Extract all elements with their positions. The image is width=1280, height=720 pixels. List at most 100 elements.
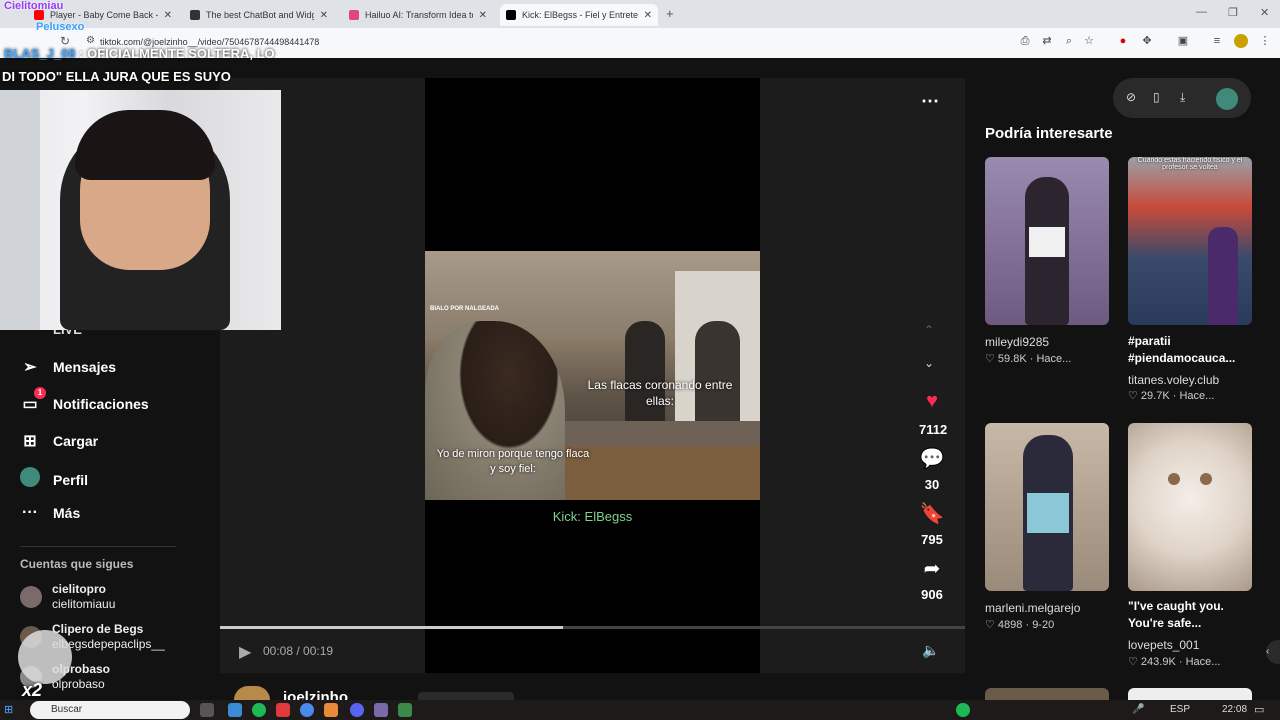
close-icon[interactable]: ✕ bbox=[164, 10, 172, 21]
upload-icon: ⊞ bbox=[23, 433, 37, 450]
headline-line1: OFICIALMENTE SOLTERA, LO bbox=[87, 46, 275, 61]
user-avatar-icon[interactable] bbox=[1216, 88, 1238, 110]
next-video-icon[interactable]: ⌄ bbox=[924, 356, 934, 370]
spotify-icon[interactable] bbox=[252, 703, 266, 717]
comment-icon[interactable]: 💬 bbox=[919, 446, 945, 471]
opera-icon[interactable]: ● bbox=[1116, 34, 1130, 48]
reading-list-icon[interactable]: ≡ bbox=[1210, 34, 1224, 48]
volume-icon[interactable]: 🔈 bbox=[922, 642, 939, 659]
recommend-card[interactable] bbox=[1128, 688, 1252, 700]
tab-title: Player - Baby Come Back - YouT bbox=[50, 10, 158, 20]
like-icon[interactable]: ♥ bbox=[919, 390, 945, 413]
person-shape bbox=[695, 321, 740, 431]
card-title[interactable]: #paratii #piendamocauca... bbox=[1128, 333, 1258, 367]
phone-icon[interactable]: ▯ bbox=[1153, 90, 1160, 104]
following-title: Cuentas que sigues bbox=[20, 557, 134, 571]
author-name[interactable]: joelzinho bbox=[283, 689, 348, 700]
bookmark-star-icon[interactable]: ☆ bbox=[1082, 34, 1096, 48]
tab-tiktok[interactable]: Kick: ElBegss - Fiel y Entretenid ✕ bbox=[500, 4, 658, 26]
following-account[interactable]: cielitopro cielitomiauu bbox=[20, 582, 115, 612]
cast-icon[interactable]: ▣ bbox=[1176, 34, 1190, 48]
clock[interactable]: 22:08 bbox=[1222, 704, 1247, 715]
profile-avatar-icon[interactable] bbox=[1234, 34, 1248, 48]
notification-center-icon[interactable]: ▭ bbox=[1254, 703, 1264, 716]
recommend-title: Podría interesarte bbox=[985, 125, 1113, 142]
person-shape bbox=[625, 321, 665, 431]
more-options-icon[interactable]: ⋯ bbox=[921, 91, 939, 112]
profile-icon bbox=[20, 467, 40, 492]
share-icon[interactable]: ➦ bbox=[919, 556, 945, 581]
app-icon[interactable] bbox=[276, 703, 290, 717]
card-likes: 243.9K bbox=[1140, 656, 1176, 668]
divider bbox=[20, 546, 176, 547]
recommend-card[interactable] bbox=[985, 688, 1109, 700]
tab-hailuo[interactable]: Hailuo AI: Transform Idea to Vi ✕ bbox=[343, 4, 493, 26]
save-count: 795 bbox=[921, 532, 943, 547]
close-icon[interactable]: ✕ bbox=[479, 10, 487, 21]
nav-item-mensajes[interactable]: ➢ Mensajes bbox=[20, 357, 116, 377]
more-icon: ··· bbox=[22, 504, 38, 521]
card-likes: 29.7K bbox=[1140, 390, 1170, 402]
recommend-card[interactable]: Cuando estas haciendo físico y el profes… bbox=[1128, 157, 1252, 325]
site-info-icon[interactable]: ⚙ bbox=[86, 35, 95, 46]
nav-item-notificaciones[interactable]: ▭ 1 Notificaciones bbox=[20, 387, 149, 414]
install-icon[interactable]: ⎙ bbox=[1018, 34, 1032, 48]
card-time: 9-20 bbox=[1032, 619, 1055, 631]
chrome-icon[interactable] bbox=[300, 703, 314, 717]
play-icon[interactable]: ▶ bbox=[239, 642, 251, 662]
obs-icon[interactable] bbox=[374, 703, 388, 717]
app-icon[interactable] bbox=[398, 703, 412, 717]
recommend-card[interactable] bbox=[1128, 423, 1252, 591]
cat-eye-shape bbox=[1168, 473, 1180, 485]
nav-label: Más bbox=[53, 505, 81, 521]
prev-video-icon[interactable]: ⌃ bbox=[924, 323, 934, 337]
download-icon[interactable]: ⤓ bbox=[1180, 90, 1185, 105]
menu-icon[interactable]: ⋮ bbox=[1258, 34, 1272, 48]
zoom-icon[interactable]: ⌕ bbox=[1062, 34, 1076, 48]
recommend-card[interactable] bbox=[985, 157, 1109, 325]
comment-count: 30 bbox=[924, 477, 940, 492]
task-view-icon[interactable] bbox=[200, 703, 214, 717]
nav-item-mas[interactable]: ··· Más bbox=[20, 504, 80, 522]
tab-chatbot[interactable]: The best ChatBot and Widgets ✕ bbox=[184, 4, 334, 26]
sticker-shape bbox=[18, 630, 72, 684]
mic-icon[interactable]: 🎤 bbox=[1132, 704, 1144, 715]
new-tab-button[interactable]: + bbox=[666, 6, 674, 21]
nav-item-perfil[interactable]: Perfil bbox=[20, 467, 88, 492]
share-count: 906 bbox=[921, 587, 943, 602]
nav-item-cargar[interactable]: ⊞ Cargar bbox=[20, 431, 98, 451]
card-meta: ♡ 29.7K · Hace... bbox=[1128, 390, 1215, 402]
extensions-icon[interactable]: ✥ bbox=[1140, 34, 1154, 48]
coin-icon[interactable]: ⊘ bbox=[1126, 90, 1136, 104]
windows-start-icon[interactable]: ⊞ bbox=[4, 703, 13, 716]
card-title[interactable]: "I've caught you. You're safe... bbox=[1128, 598, 1258, 632]
account-name: Clipero de Begs bbox=[52, 622, 144, 636]
tab-title: Hailuo AI: Transform Idea to Vi bbox=[365, 10, 473, 20]
card-user[interactable]: titanes.voley.club bbox=[1128, 373, 1219, 387]
spotify-tray-icon[interactable] bbox=[956, 703, 970, 717]
chat-user-1: Cielitomiau bbox=[4, 0, 64, 12]
search-label: Buscar bbox=[51, 704, 83, 715]
bookmark-icon[interactable]: 🔖 bbox=[919, 501, 945, 526]
video-watermark: BIALO POR NALGEADA bbox=[430, 306, 499, 312]
translate-icon[interactable]: ⇄ bbox=[1040, 34, 1054, 48]
window-close-icon[interactable]: ✕ bbox=[1260, 6, 1269, 19]
explorer-icon[interactable] bbox=[228, 703, 242, 717]
close-icon[interactable]: ✕ bbox=[644, 10, 652, 21]
author-avatar[interactable] bbox=[234, 686, 270, 700]
video-frame[interactable]: BIALO POR NALGEADA Las flacas coronando … bbox=[425, 251, 760, 500]
close-icon[interactable]: ✕ bbox=[320, 10, 328, 21]
recommend-card[interactable] bbox=[985, 423, 1109, 591]
discord-icon[interactable] bbox=[350, 703, 364, 717]
stream-headline-2: DI TODO" ELLA JURA QUE ES SUYO bbox=[2, 69, 231, 84]
app-icon[interactable] bbox=[324, 703, 338, 717]
card-user[interactable]: mileydi9285 bbox=[985, 335, 1049, 349]
follow-button[interactable] bbox=[418, 692, 514, 700]
language-indicator[interactable]: ESP bbox=[1170, 704, 1190, 715]
card-user[interactable]: lovepets_001 bbox=[1128, 638, 1199, 652]
card-time: Hace... bbox=[1179, 390, 1215, 402]
card-user[interactable]: marleni.melgarejo bbox=[985, 601, 1080, 615]
minimize-icon[interactable]: — bbox=[1196, 6, 1207, 18]
maximize-icon[interactable]: ❐ bbox=[1228, 6, 1238, 19]
account-name: cielitopro bbox=[52, 582, 107, 596]
